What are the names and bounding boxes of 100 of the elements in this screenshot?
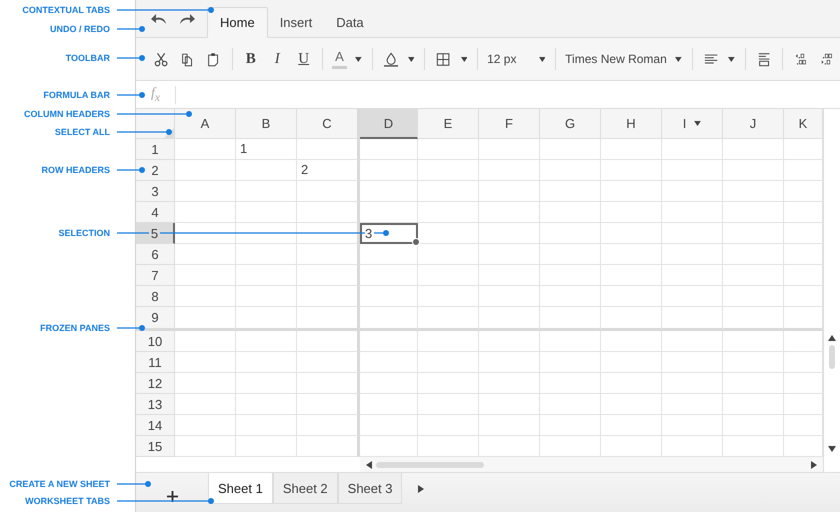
row-header[interactable]: 15 — [136, 436, 175, 457]
sheet-tab[interactable]: Sheet 1 — [208, 473, 273, 504]
grid-cell[interactable] — [175, 394, 236, 415]
grid-cell[interactable] — [297, 331, 360, 352]
grid-cell[interactable] — [479, 331, 540, 352]
grid-cell[interactable] — [601, 352, 662, 373]
grid-cell[interactable] — [479, 307, 540, 331]
grid-cell[interactable] — [479, 415, 540, 436]
grid-cell[interactable] — [297, 436, 360, 457]
column-header[interactable]: K — [784, 109, 823, 139]
grid-cell[interactable] — [418, 415, 479, 436]
grid-cell[interactable] — [175, 223, 236, 244]
grid-cell[interactable] — [236, 307, 297, 331]
grid-cell[interactable] — [418, 394, 479, 415]
row-header[interactable]: 8 — [136, 286, 175, 307]
grid-cell[interactable] — [662, 394, 723, 415]
grid-cell[interactable] — [601, 265, 662, 286]
grid-cell[interactable] — [236, 181, 297, 202]
ribbon-tab[interactable]: Home — [207, 7, 268, 38]
ribbon-tab[interactable]: Insert — [268, 7, 324, 38]
grid-cell[interactable] — [784, 265, 823, 286]
undo-icon[interactable] — [151, 12, 167, 24]
row-header[interactable]: 13 — [136, 394, 175, 415]
paste-icon[interactable] — [206, 52, 221, 66]
select-all-corner[interactable] — [136, 109, 175, 139]
grid-cell[interactable] — [418, 265, 479, 286]
grid-cell[interactable] — [418, 160, 479, 181]
grid-cell[interactable] — [236, 436, 297, 457]
grid-cell[interactable] — [479, 223, 540, 244]
grid-cell[interactable] — [662, 223, 723, 244]
grid-cell[interactable] — [297, 373, 360, 394]
caret-icon[interactable] — [355, 56, 362, 62]
grid-cell[interactable] — [360, 160, 418, 181]
grid-cell[interactable] — [236, 415, 297, 436]
grid-cell[interactable] — [784, 286, 823, 307]
column-header[interactable]: G — [540, 109, 601, 139]
grid-cell[interactable] — [297, 139, 360, 160]
column-header[interactable]: C — [297, 109, 360, 139]
grid-cell[interactable] — [723, 307, 784, 331]
grid-cell[interactable] — [723, 181, 784, 202]
grid-cell[interactable] — [662, 202, 723, 223]
grid-cell[interactable] — [418, 181, 479, 202]
align-left-icon[interactable] — [704, 52, 718, 66]
grid-cell[interactable] — [784, 223, 823, 244]
grid-cell[interactable] — [540, 265, 601, 286]
scrollbar-thumb[interactable] — [376, 462, 484, 468]
grid-cell[interactable] — [297, 394, 360, 415]
grid-cell[interactable] — [360, 202, 418, 223]
grid-cell[interactable] — [601, 139, 662, 160]
grid-cell[interactable] — [784, 244, 823, 265]
grid-cell[interactable] — [360, 286, 418, 307]
grid-cell[interactable] — [297, 223, 360, 244]
grid-cell[interactable] — [662, 373, 723, 394]
grid-cell[interactable] — [297, 352, 360, 373]
column-header[interactable]: J — [723, 109, 784, 139]
grid-cell[interactable] — [479, 139, 540, 160]
caret-icon[interactable] — [460, 56, 468, 62]
scroll-right-icon[interactable] — [811, 460, 817, 468]
grid-cell[interactable] — [601, 223, 662, 244]
grid-cell[interactable] — [601, 415, 662, 436]
column-header[interactable]: H — [601, 109, 662, 139]
grid-cell[interactable] — [360, 307, 418, 331]
grid-cell[interactable] — [360, 373, 418, 394]
grid-cell[interactable] — [784, 394, 823, 415]
grid-cell[interactable] — [418, 352, 479, 373]
grid-cell[interactable] — [601, 307, 662, 331]
column-header[interactable]: B — [236, 109, 297, 139]
grid-cell[interactable] — [662, 286, 723, 307]
grid-cell[interactable]: 1 — [236, 139, 297, 160]
cut-icon[interactable] — [154, 52, 168, 66]
grid-cell[interactable] — [175, 352, 236, 373]
grid-cell[interactable] — [784, 202, 823, 223]
column-header[interactable]: A — [175, 109, 236, 139]
grid-cell[interactable] — [236, 160, 297, 181]
grid-cell[interactable] — [479, 394, 540, 415]
grid-cell[interactable] — [601, 244, 662, 265]
grid-cell[interactable] — [601, 394, 662, 415]
grid-cell[interactable] — [662, 352, 723, 373]
font-size-dropdown[interactable]: 12 px — [483, 52, 535, 66]
grid-cell[interactable] — [175, 244, 236, 265]
row-header[interactable]: 1 — [136, 139, 175, 160]
grid-cell[interactable] — [175, 436, 236, 457]
grid-cell[interactable] — [540, 181, 601, 202]
grid-cell[interactable] — [360, 352, 418, 373]
sheet-tab[interactable]: Sheet 2 — [272, 473, 338, 504]
grid-cell[interactable] — [175, 331, 236, 352]
grid-cell[interactable] — [175, 415, 236, 436]
grid-cell[interactable] — [662, 181, 723, 202]
sheet-tab[interactable]: Sheet 3 — [338, 473, 402, 504]
grid-cell[interactable] — [175, 286, 236, 307]
fill-handle[interactable] — [412, 238, 420, 246]
grid-cell[interactable] — [540, 286, 601, 307]
grid-cell[interactable] — [479, 265, 540, 286]
grid-cell[interactable] — [723, 265, 784, 286]
grid-cell[interactable] — [418, 373, 479, 394]
font-family-dropdown[interactable]: Times New Roman — [561, 52, 672, 66]
grid-cell[interactable] — [236, 373, 297, 394]
grid-cell[interactable] — [723, 160, 784, 181]
grid-cell[interactable] — [540, 394, 601, 415]
grid-cell[interactable] — [236, 202, 297, 223]
